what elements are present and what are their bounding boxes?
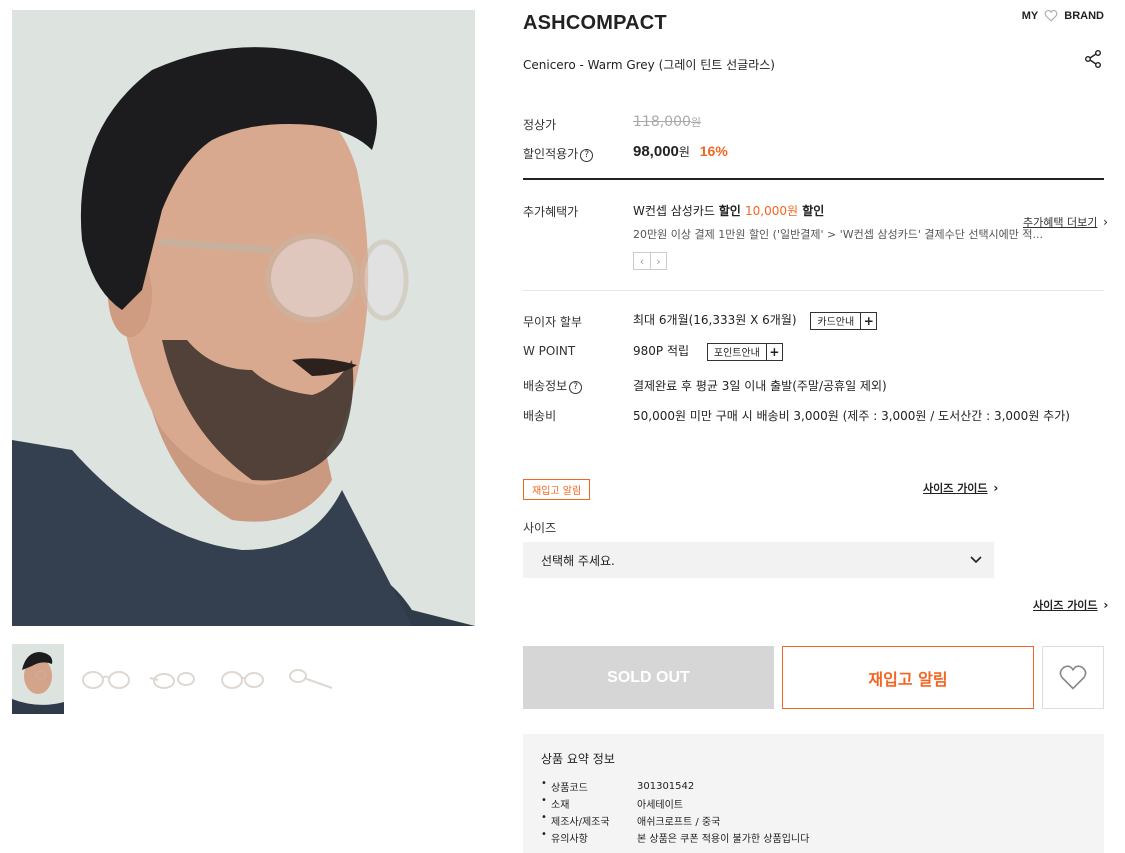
sale-price-unit: 원 [678,145,690,159]
fee-label: 배송비 [523,409,557,423]
table-row: 제조사/제조국애쉬크로프트 / 중국 [541,812,809,829]
thumbnail-5[interactable] [284,644,336,714]
installment-label: 무이자 할부 [523,315,583,329]
benefit-card-name: W컨셉 삼성카드 [633,204,719,218]
brand-name[interactable]: ASHCOMPACT [523,12,667,35]
sale-price: 98,000원 16% [633,143,728,160]
point-guide-label: 포인트안내 [713,348,760,359]
glasses-front-icon [82,671,130,689]
size-guide-link-2[interactable]: 사이즈 가이드 › [1033,597,1108,613]
size-guide-text-2: 사이즈 가이드 [1033,599,1098,612]
main-product-image [12,10,475,626]
size-guide-text: 사이즈 가이드 [923,482,988,495]
size-select-value: 선택해 주세요. [541,553,615,568]
sale-price-label: 할인적용가? [523,145,594,162]
summary-value: 301301542 [637,781,695,792]
plus-icon: + [765,343,782,360]
thumbnail-2[interactable] [80,644,132,714]
point-guide-button[interactable]: 포인트안내 + [706,342,783,361]
table-row: 유의사항본 상품은 쿠폰 적용이 불가한 상품입니다 [541,829,809,846]
summary-title: 상품 요약 정보 [541,752,615,766]
benefit-label: 추가혜택가 [523,205,579,219]
discount-rate: 16% [699,143,728,159]
top-nav: MY BRAND [1022,10,1104,22]
table-row: 상품코드301301542 [541,778,809,795]
divider [523,290,1104,291]
regular-price: 118,000원 [633,114,701,130]
summary-key: 상품코드 [541,778,637,795]
card-guide-button[interactable]: 카드안내 + [810,311,878,330]
benefit-line1: W컨셉 삼성카드 할인 10,000원 할인 [633,202,824,219]
product-summary: 상품 요약 정보 상품코드301301542 소재아세테이트 제조사/제조국애쉬… [523,734,1104,853]
benefit-amount: 10,000원 [745,204,799,218]
prev-button[interactable]: ‹ [634,253,650,269]
thumbnail-strip [12,644,336,716]
glasses-angle-icon [149,672,195,689]
chevron-right-icon: › [1103,215,1108,229]
benefit-pager: ‹ › [633,252,667,270]
chevron-down-icon [970,556,982,564]
wishlist-button[interactable] [1042,646,1104,709]
heart-icon[interactable] [1044,10,1058,22]
summary-table: 상품코드301301542 소재아세테이트 제조사/제조국애쉬크로프트 / 중국… [541,778,809,846]
benefit-more-link[interactable]: 추가혜택 더보기 › [1023,214,1108,230]
fee-value: 50,000원 미만 구매 시 배송비 3,000원 (제주 : 3,000원 … [633,409,1070,423]
chevron-right-icon: › [1103,598,1109,612]
card-guide-label: 카드안내 [817,317,855,328]
chevron-right-icon: › [993,481,999,495]
model-portrait [12,10,475,626]
glasses-temple-icon [289,669,333,689]
shipping-label: 배송정보? [523,377,583,394]
installment-value: 최대 6개월(16,333원 X 6개월) [633,313,797,327]
regular-price-value: 118,000 [633,114,691,130]
point-label: W POINT [523,344,576,358]
restock-button[interactable]: 재입고 알림 [782,646,1034,709]
point-value: 980P 적립 [633,344,690,358]
thumbnail-3[interactable] [148,644,200,714]
divider [523,178,1104,180]
plus-icon: + [860,312,876,329]
benefit-discount-suffix: 할인 [798,204,825,218]
table-row: 소재아세테이트 [541,795,809,812]
size-label: 사이즈 [523,521,557,535]
brand-link[interactable]: BRAND [1064,10,1104,22]
regular-price-label: 정상가 [523,118,557,132]
thumbnail-1[interactable] [12,644,64,714]
heart-icon [1059,664,1087,690]
summary-key: 제조사/제조국 [541,812,637,829]
soldout-button[interactable]: SOLD OUT [523,646,774,709]
shipping-value: 결제완료 후 평균 3일 이내 출발(주말/공휴일 제외) [633,379,887,393]
size-select[interactable]: 선택해 주세요. [523,542,994,578]
installment-row: 최대 6개월(16,333원 X 6개월) 카드안내 + [633,311,878,330]
next-button[interactable]: › [650,253,666,269]
summary-key: 유의사항 [541,829,637,846]
benefit-line2: 20만원 이상 결제 1만원 할인 ('일반결제' > 'W컨셉 삼성카드' 결… [633,228,1044,241]
sale-price-value: 98,000 [633,143,679,160]
sale-price-label-text: 할인적용가 [523,147,579,161]
summary-value: 애쉬크로프트 / 중국 [637,817,721,828]
glasses-side-icon [221,671,264,689]
summary-value: 본 상품은 쿠폰 적용이 불가한 상품입니다 [637,834,810,845]
shipping-label-text: 배송정보 [523,379,568,393]
benefit-discount-word: 할인 [718,204,746,218]
question-icon[interactable]: ? [569,381,583,394]
summary-key: 소재 [541,795,637,812]
my-link[interactable]: MY [1022,10,1039,22]
restock-tag[interactable]: 재입고 알림 [523,479,591,500]
summary-value: 아세테이트 [637,800,683,811]
point-row: 980P 적립 포인트안내 + [633,342,783,361]
regular-price-unit: 원 [690,116,702,129]
size-guide-link[interactable]: 사이즈 가이드 › [923,480,998,496]
share-icon[interactable] [1083,49,1103,69]
thumbnail-model-icon [12,644,64,714]
benefit-more-text: 추가혜택 더보기 [1023,216,1098,229]
question-icon[interactable]: ? [580,149,594,162]
product-name: Cenicero - Warm Grey (그레이 틴트 선글라스) [523,58,775,72]
thumbnail-4[interactable] [216,644,268,714]
